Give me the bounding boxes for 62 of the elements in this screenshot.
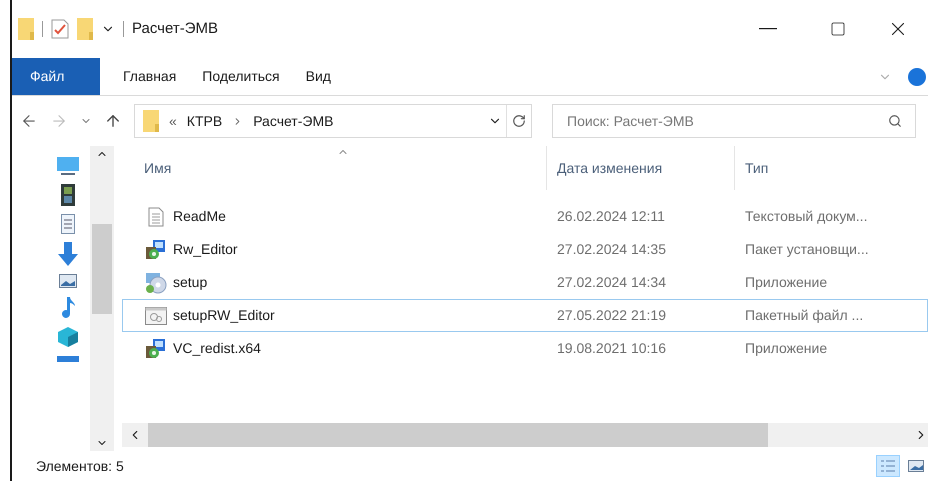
file-row[interactable]: Rw_Editor 27.02.2024 14:35 Пакет установщи... [122,233,928,266]
modified-date: 27.05.2022 21:19 [556,306,667,325]
cube-icon[interactable] [57,326,79,348]
document-icon [148,206,164,226]
file-row[interactable]: setup 27.02.2024 14:34 Приложение [122,266,928,299]
image-icon[interactable] [59,274,77,288]
file-type: Пакет установщи... [744,240,869,259]
maximize-icon [830,21,846,37]
thumbnail-image-icon [908,460,924,472]
installer-package-icon [145,338,167,360]
installer-package-icon [145,238,167,260]
modified-date: 19.08.2021 10:16 [556,339,667,358]
properties-icon[interactable] [51,19,69,39]
folder-icon [18,18,34,40]
address-field[interactable]: « КТРВ Расчет-ЭМВ [134,104,532,138]
file-menu-button[interactable]: Файл [12,58,100,95]
search-field[interactable]: Поиск: Расчет-ЭМВ [552,104,916,138]
column-header[interactable]: Тип [745,158,768,178]
window-title: Расчет-ЭМВ [132,18,218,39]
file-row[interactable]: ReadMe 26.02.2024 12:11 Текстовый докум... [122,200,928,233]
up-icon[interactable] [104,112,122,130]
details-view-button[interactable] [876,455,900,477]
vertical-scrollbar[interactable] [90,146,114,451]
scroll-thumb[interactable] [92,224,112,314]
refresh-icon[interactable] [512,114,526,128]
download-arrow-icon[interactable] [58,242,78,266]
computer-icon[interactable] [56,156,80,176]
gears-window-icon [145,306,167,324]
breadcrumb[interactable]: Расчет-ЭМВ [253,110,334,132]
film-icon[interactable] [61,184,75,206]
setup-disc-icon [145,272,167,294]
file-row[interactable]: setupRW_Editor 27.05.2022 21:19 Пакетный файл ... [122,299,928,332]
new-folder-icon [77,18,93,40]
scroll-thumb[interactable] [148,423,768,447]
file-name: VC_redist.x64 [173,339,261,358]
modified-date: 27.02.2024 14:35 [556,240,667,259]
horizontal-scrollbar[interactable] [122,423,928,447]
details-list-icon [880,459,896,473]
ribbon-tab[interactable]: Вид [292,58,344,95]
item-count: Элементов: 5 [36,456,124,476]
ribbon-tab[interactable]: Поделиться [189,58,293,95]
file-type: Текстовый докум... [744,207,868,226]
folder-icon [143,110,159,132]
search-icon [888,114,902,128]
ribbon-tab[interactable]: Главная [110,58,190,95]
overflow-chevron[interactable]: « [169,110,177,132]
file-name: Rw_Editor [173,240,238,259]
file-type: Пакетный файл ... [744,306,864,325]
file-type: Приложение [744,273,828,292]
modified-date: 26.02.2024 12:11 [556,207,666,226]
file-type: Приложение [744,339,828,358]
breadcrumb[interactable]: КТРВ [186,110,222,132]
file-name: setupRW_Editor [173,306,275,325]
column-header[interactable]: Дата изменения [557,158,662,178]
music-note-icon[interactable] [60,296,76,318]
column-header[interactable]: Имя [144,158,172,178]
document-icon[interactable] [61,214,75,234]
minimize-icon [759,28,777,30]
modified-date: 27.02.2024 14:34 [556,273,667,292]
file-row[interactable]: VC_redist.x64 19.08.2021 10:16 Приложение [122,332,928,365]
file-name: ReadMe [173,207,226,226]
file-name: setup [173,273,208,292]
